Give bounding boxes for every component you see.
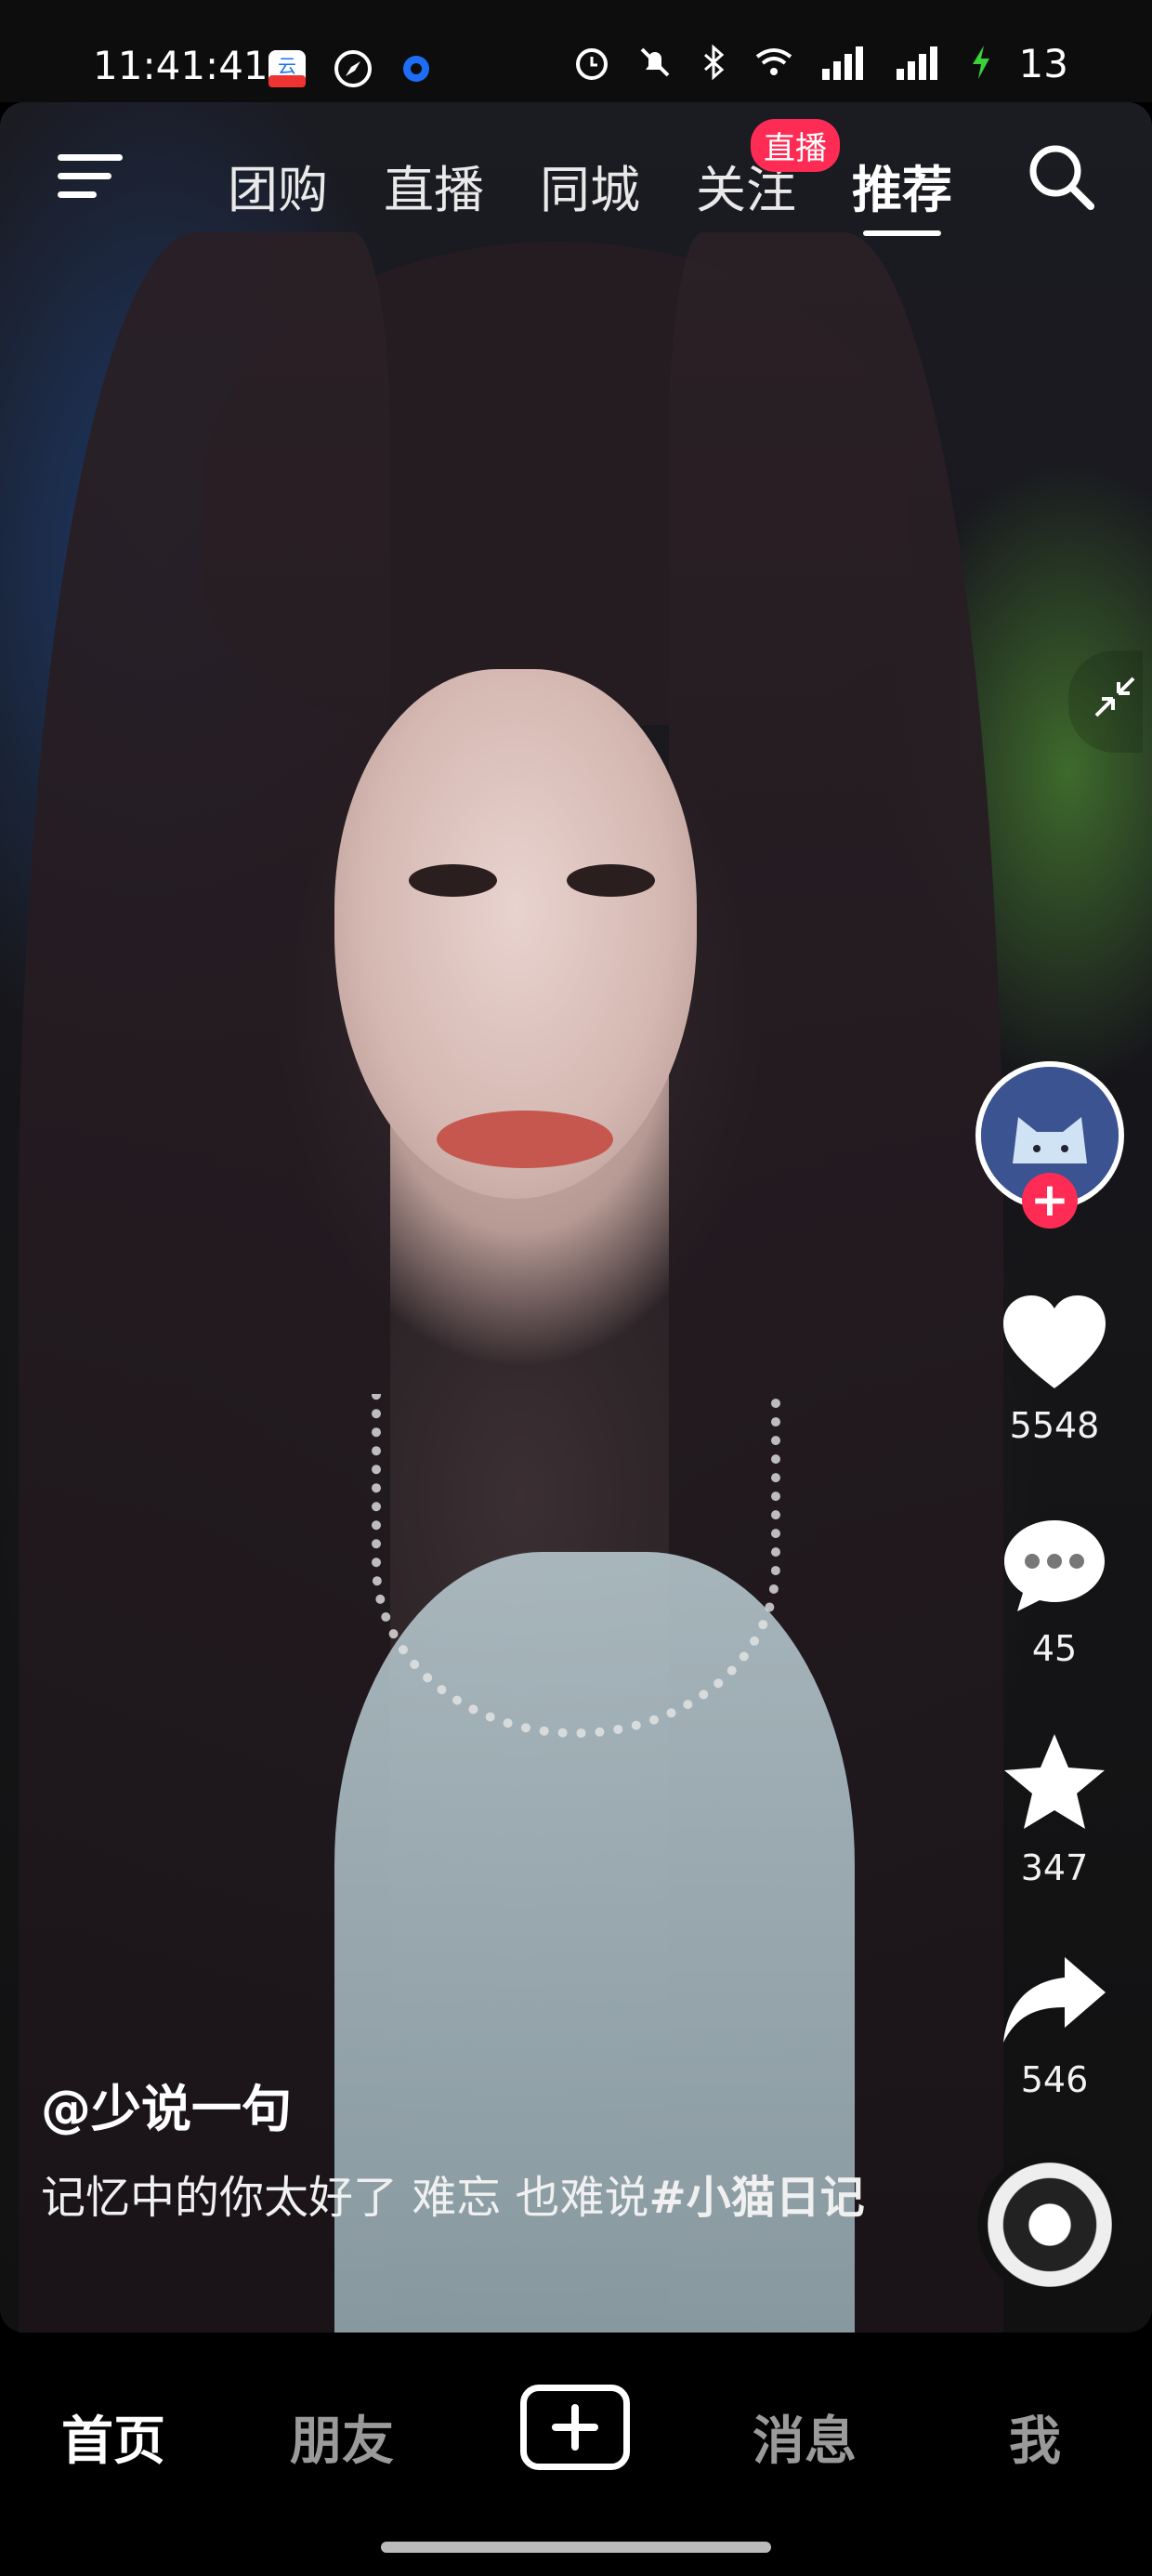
favorite-action[interactable]: 347 — [975, 1730, 1133, 1888]
comment-icon[interactable] — [1001, 1520, 1108, 1619]
circle-app-icon — [399, 52, 433, 89]
description-text: 记忆中的你太好了 难忘 也难说 — [41, 2172, 649, 2224]
heart-icon[interactable] — [1000, 1295, 1109, 1396]
top-nav: 团购 直播 同城 关注 推荐 直播 — [0, 102, 1152, 251]
nav-messages[interactable]: 消息 — [753, 2399, 857, 2475]
feed-tabs: 团购 直播 同城 关注 推荐 — [228, 149, 1008, 236]
video-eye — [409, 864, 497, 897]
home-indicator[interactable] — [381, 2542, 771, 2553]
comment-action[interactable]: 45 — [975, 1517, 1133, 1669]
nav-me[interactable]: 我 — [1009, 2399, 1061, 2475]
bluetooth-icon — [700, 44, 727, 85]
nav-home[interactable]: 首页 — [61, 2399, 165, 2475]
search-icon[interactable] — [1024, 139, 1098, 214]
follow-button[interactable]: + — [1022, 1173, 1078, 1229]
like-action[interactable]: 5548 — [975, 1294, 1133, 1446]
star-icon[interactable] — [1000, 1734, 1109, 1838]
menu-icon[interactable] — [58, 147, 123, 203]
tab-group-buy[interactable]: 团购 — [228, 149, 384, 222]
tab-nearby[interactable]: 同城 — [540, 149, 696, 222]
status-bar: 11:41:41 云 13 — [0, 0, 1152, 102]
hashtag-link[interactable]: #小猫日记 — [649, 2172, 865, 2224]
tab-live[interactable]: 直播 — [384, 149, 540, 222]
comment-count: 45 — [1031, 1628, 1078, 1669]
clock: 11:41:41 — [93, 43, 268, 88]
video-lips — [437, 1111, 613, 1168]
mute-icon — [636, 44, 674, 85]
tab-recommend[interactable]: 推荐 — [852, 149, 1008, 236]
like-count: 5548 — [1009, 1405, 1100, 1446]
author-name[interactable]: @少说一句 — [41, 2068, 877, 2141]
alarm-icon — [573, 44, 610, 85]
video-eye — [567, 864, 655, 897]
cloud-app-icon: 云 — [268, 49, 307, 92]
share-icon[interactable] — [1000, 1957, 1109, 2050]
signal-icon — [820, 45, 869, 84]
share-count: 546 — [1020, 2059, 1089, 2100]
nav-friends[interactable]: 朋友 — [290, 2399, 394, 2475]
share-action[interactable]: 546 — [975, 1953, 1133, 2100]
music-disc[interactable] — [977, 2152, 1122, 2297]
battery-level: 13 — [1018, 41, 1068, 86]
video-description: 记忆中的你太好了 难忘 也难说#小猫日记 — [41, 2162, 877, 2234]
wifi-icon — [753, 46, 794, 83]
bottom-nav: 首页 朋友 消息 我 — [0, 2333, 1152, 2576]
collapse-icon[interactable] — [1068, 651, 1143, 753]
favorite-count: 347 — [1020, 1847, 1089, 1888]
compass-icon — [333, 48, 373, 93]
video-caption: @少说一句 记忆中的你太好了 难忘 也难说#小猫日记 — [41, 2068, 877, 2234]
charging-icon — [969, 44, 993, 85]
video-necklace — [372, 1394, 780, 1738]
create-button[interactable] — [520, 2385, 630, 2470]
signal-icon — [895, 45, 943, 84]
live-badge: 直播 — [751, 119, 840, 172]
svg-text:云: 云 — [278, 55, 296, 77]
